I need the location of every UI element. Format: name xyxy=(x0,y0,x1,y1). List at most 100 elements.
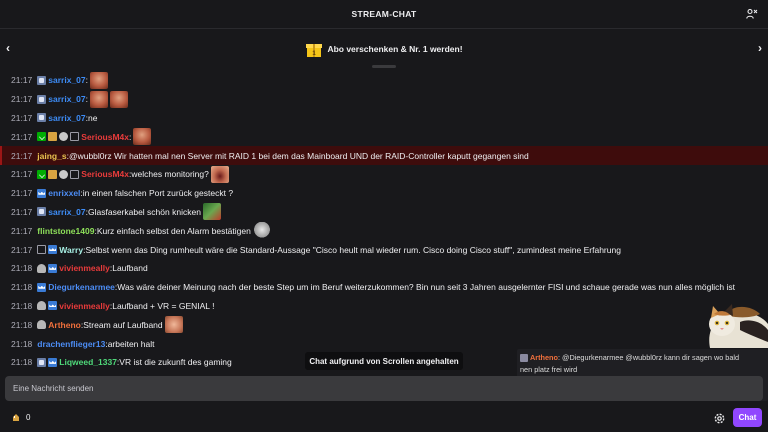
badge-crown-icon[interactable] xyxy=(37,188,47,198)
message-username[interactable]: Liqweed_1337 xyxy=(59,357,117,367)
gift-sub-banner[interactable]: ‹ 1 Abo verschenken & Nr. 1 werden! › xyxy=(0,30,768,67)
badge-box-icon[interactable] xyxy=(48,169,58,179)
badge-mute-icon[interactable] xyxy=(70,169,80,179)
badge-box-icon[interactable] xyxy=(48,132,58,142)
chat-message: 21:17 Warry: Selbst wenn das Ding rumheul… xyxy=(0,240,768,259)
message-separator: : xyxy=(85,94,88,105)
message-text: Glasfaserkabel schön knicken xyxy=(88,206,201,217)
badge-ghost-icon[interactable] xyxy=(37,263,47,273)
message-text: Was wäre deiner Meinung nach der beste S… xyxy=(117,282,735,293)
message-username[interactable]: Warry xyxy=(59,245,83,255)
message-timestamp: 21:17 xyxy=(11,94,33,105)
message-timestamp: 21:18 xyxy=(11,300,33,311)
message-username[interactable]: Diegurkenarmee xyxy=(48,282,115,292)
emote-ghost-icon[interactable] xyxy=(252,222,271,240)
message-username[interactable]: sarrix_07 xyxy=(48,113,85,123)
badge-ghost-icon[interactable] xyxy=(37,320,47,330)
badge-crown-icon[interactable] xyxy=(48,263,58,273)
badge-sub-icon[interactable] xyxy=(37,94,47,104)
chevron-left-icon[interactable]: ‹ xyxy=(6,41,10,55)
emote-cable-icon[interactable] xyxy=(202,203,221,221)
badge-sub-icon[interactable] xyxy=(37,113,47,123)
chat-footer: 0 Chat xyxy=(0,405,768,432)
badge-sub-icon[interactable] xyxy=(37,75,47,85)
chat-input-container[interactable] xyxy=(5,376,763,401)
chat-title: STREAM-CHAT xyxy=(351,9,417,19)
message-username[interactable]: vivienmeally xyxy=(59,263,110,273)
drag-handle[interactable] xyxy=(372,65,396,68)
message-username[interactable]: jaing_s xyxy=(37,151,66,161)
message-timestamp: 21:18 xyxy=(11,319,33,330)
chat-paused-notice[interactable]: Chat aufgrund von Scrollen angehalten xyxy=(305,352,463,370)
message-username[interactable]: enrixxel xyxy=(48,188,80,198)
chat-message: 21:18 vivienmeally: Laufband + VR = GENIA… xyxy=(0,297,768,316)
emote-hand-icon[interactable] xyxy=(164,316,183,334)
chat-message: 21:18 Diegurkenarmee: Was wäre deiner Mei… xyxy=(0,278,768,297)
channel-points-count: 0 xyxy=(26,413,31,422)
community-icon[interactable] xyxy=(746,8,758,20)
gear-icon[interactable] xyxy=(713,412,726,425)
emote-face-icon[interactable] xyxy=(110,90,128,108)
overlay-text: : @Diegurkenarmee @wubbl0rz kann dir sag… xyxy=(557,353,740,362)
message-username[interactable]: drachenflieger13 xyxy=(37,339,105,349)
badge-mod-icon[interactable] xyxy=(37,169,47,179)
overlay-line: Artheno: @Diegurkenarmee @wubbl0rz kann … xyxy=(520,352,739,363)
message-timestamp: 21:17 xyxy=(11,188,33,199)
message-timestamp: 21:17 xyxy=(11,112,33,123)
message-username[interactable]: Artheno xyxy=(48,320,81,330)
message-text: ne xyxy=(88,112,98,123)
chevron-right-icon[interactable]: › xyxy=(758,41,762,55)
emote-face-icon[interactable] xyxy=(90,90,108,108)
channel-points-icon[interactable] xyxy=(12,413,20,422)
badge-crown-icon[interactable] xyxy=(37,282,47,292)
chat-send-button[interactable]: Chat xyxy=(733,408,762,427)
message-username[interactable]: flintstone1409 xyxy=(37,226,94,236)
emote-face-icon[interactable] xyxy=(90,71,108,89)
badge-crown-icon[interactable] xyxy=(48,245,58,255)
message-timestamp: 21:17 xyxy=(11,169,33,180)
message-username[interactable]: sarrix_07 xyxy=(48,75,85,85)
badge-horse-icon[interactable] xyxy=(59,169,69,179)
badge-mute-icon[interactable] xyxy=(37,245,47,255)
message-text: VR ist die zukunft des gaming xyxy=(119,357,232,368)
badge-crown-icon[interactable] xyxy=(48,301,58,311)
message-separator: : xyxy=(85,75,88,86)
message-text: arbeiten halt xyxy=(107,338,155,349)
cat-overlay-image xyxy=(700,294,768,348)
message-timestamp: 21:17 xyxy=(11,131,33,142)
chat-message-highlighted: 21:17 jaing_s: @wubbl0rz Wir hatten mal n… xyxy=(0,146,768,165)
badge-sub-icon[interactable] xyxy=(37,207,47,217)
message-username[interactable]: vivienmeally xyxy=(59,301,110,311)
emote-mouth-icon[interactable] xyxy=(210,165,229,183)
message-username[interactable]: sarrix_07 xyxy=(48,207,85,217)
chat-input[interactable] xyxy=(5,376,763,401)
chat-message: 21:17 sarrix_07: Glasfaserkabel schön kni… xyxy=(0,203,768,222)
message-timestamp: 21:17 xyxy=(11,244,33,255)
chat-header: STREAM-CHAT xyxy=(0,0,768,29)
chat-message: 21:17 sarrix_07: xyxy=(0,90,768,109)
message-username[interactable]: SeriousM4x xyxy=(81,169,129,179)
message-text: in einen falschen Port zurück gesteckt ? xyxy=(82,188,234,199)
chat-message: 21:18 Artheno: Stream auf Laufband xyxy=(0,315,768,334)
badge-ghost-icon[interactable] xyxy=(37,301,47,311)
message-timestamp: 21:17 xyxy=(11,206,33,217)
gift-icon: 1 xyxy=(305,40,323,58)
message-timestamp: 21:17 xyxy=(11,225,33,236)
message-timestamp: 21:18 xyxy=(11,263,33,274)
message-separator: : xyxy=(129,131,132,142)
badge-crown-icon[interactable] xyxy=(48,357,58,367)
message-timestamp: 21:18 xyxy=(11,338,33,349)
badge-mute-icon[interactable] xyxy=(70,132,80,142)
emote-face-icon[interactable] xyxy=(133,128,152,146)
chat-message: 21:17 SeriousM4x: welches monitoring? xyxy=(0,165,768,184)
badge-mod-icon[interactable] xyxy=(37,132,47,142)
badge-horse-icon[interactable] xyxy=(59,132,69,142)
message-username[interactable]: SeriousM4x xyxy=(81,132,129,142)
badge-sub-icon[interactable] xyxy=(37,357,47,367)
channel-points[interactable]: 0 xyxy=(12,413,30,422)
chat-message: 21:17 SeriousM4x: xyxy=(0,127,768,146)
overlay-username: Artheno xyxy=(530,353,558,362)
message-username[interactable]: sarrix_07 xyxy=(48,94,85,104)
message-text: Stream auf Laufband xyxy=(83,319,163,330)
message-text: welches monitoring? xyxy=(131,169,209,180)
